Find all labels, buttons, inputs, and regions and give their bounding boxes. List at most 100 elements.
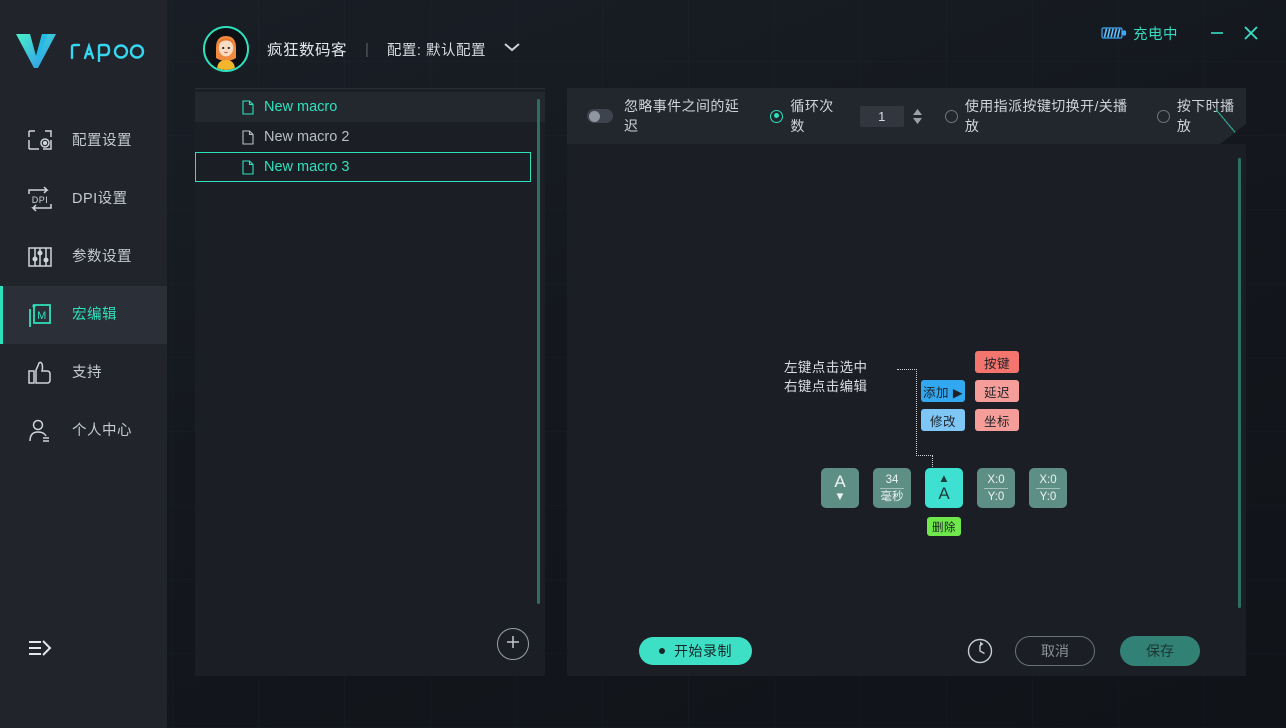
save-button[interactable]: 保存 <box>1120 635 1200 666</box>
sidebar-item-label: 个人中心 <box>72 422 132 439</box>
hold-play-label: 按下时播放 <box>1176 98 1235 134</box>
document-icon <box>242 129 254 145</box>
event-block-coordinate[interactable]: X:0 Y:0 <box>1029 468 1067 508</box>
connector-line-vertical <box>916 369 917 456</box>
sidebar-item-dpi-settings[interactable]: DPI DPI设置 <box>0 170 167 228</box>
toggle-play-radio[interactable] <box>944 109 958 123</box>
event-key-direction-arrow: ▼ <box>834 491 846 503</box>
event-coord-y: Y:0 <box>1039 490 1057 503</box>
user-name-label: 疯狂数码客 <box>267 42 348 59</box>
svg-text:M: M <box>37 310 47 322</box>
profile-settings-icon <box>20 123 60 159</box>
editor-footer: 开始录制 取消 保存 <box>567 625 1246 676</box>
context-add-button[interactable]: 添加 ▶ <box>921 380 965 402</box>
profile-selector[interactable]: 疯狂数码客 | 配置: 默认配置 <box>203 26 522 72</box>
cancel-button[interactable]: 取消 <box>1015 635 1095 666</box>
context-key-button[interactable]: 按键 <box>975 351 1019 373</box>
rapoo-v-logo-icon <box>15 34 56 68</box>
macro-list-item-label: New macro <box>264 99 338 115</box>
delete-event-button[interactable]: 删除 <box>927 517 961 536</box>
spinner-up-down-icon[interactable] <box>912 108 923 125</box>
parameter-settings-icon <box>20 239 60 275</box>
app-window: 配置设置 DPI DPI设置 参数设置 M 宏编辑 支持 个人中心 充电中 疯狂… <box>0 0 1286 728</box>
header-separator: | <box>365 40 369 58</box>
collapse-panel-icon <box>27 637 53 664</box>
dpi-settings-icon: DPI <box>20 181 60 217</box>
start-recording-label: 开始录制 <box>674 642 732 659</box>
event-block-divider <box>984 487 1008 489</box>
macro-list-item[interactable]: New macro 2 <box>195 122 545 152</box>
macro-list-item[interactable]: New macro 3 <box>195 152 531 182</box>
user-center-icon <box>20 413 60 449</box>
sidebar-item-label: DPI设置 <box>72 190 128 207</box>
ignore-delay-toggle[interactable] <box>587 109 613 123</box>
event-block-key-up[interactable]: A ▼ <box>821 468 859 508</box>
sidebar-item-label: 支持 <box>72 364 102 381</box>
collapse-panel-button[interactable] <box>18 632 62 668</box>
context-coord-button[interactable]: 坐标 <box>975 409 1019 431</box>
hold-play-radio[interactable] <box>1156 109 1170 123</box>
macro-list-item-label: New macro 3 <box>264 159 350 175</box>
sidebar-item-macro-edit[interactable]: M 宏编辑 <box>0 286 167 344</box>
sidebar-item-label: 配置设置 <box>72 132 132 149</box>
event-block-divider <box>880 487 904 489</box>
sidebar-item-profile-settings[interactable]: 配置设置 <box>0 112 167 170</box>
add-macro-button[interactable] <box>497 628 529 660</box>
macro-edit-icon: M <box>20 297 60 333</box>
macro-list: New macro New macro 2 New macro 3 <box>195 89 545 182</box>
macro-list-panel: New macro New macro 2 New macro 3 <box>195 88 545 676</box>
ignore-delay-label: 忽略事件之间的延迟 <box>624 98 740 134</box>
macro-list-item-label: New macro 2 <box>264 129 350 145</box>
event-key-glyph: A <box>834 472 846 491</box>
macro-list-scrollbar[interactable] <box>537 99 540 604</box>
connector-line-bottom <box>916 455 933 456</box>
plus-circle-icon <box>504 633 522 656</box>
event-coord-y: Y:0 <box>987 490 1005 503</box>
thumbs-up-icon <box>20 355 60 391</box>
macro-event-canvas[interactable]: 左键点击选中 右键点击编辑 添加 ▶ 修改 按键 延迟 坐标 A ▼ 34 毫秒… <box>567 144 1246 676</box>
reset-button[interactable] <box>966 637 994 665</box>
event-block-key-down[interactable]: ▲ A <box>925 468 963 508</box>
record-dot-icon <box>659 647 665 654</box>
sidebar-item-support[interactable]: 支持 <box>0 344 167 402</box>
minimize-button[interactable] <box>1200 16 1234 50</box>
refresh-icon <box>966 638 994 669</box>
window-controls: 充电中 <box>1101 16 1268 50</box>
close-button[interactable] <box>1234 16 1268 50</box>
event-block-coordinate[interactable]: X:0 Y:0 <box>977 468 1015 508</box>
sidebar-item-label: 参数设置 <box>72 248 132 265</box>
start-recording-button[interactable]: 开始录制 <box>639 636 752 665</box>
macro-list-item-selected-wrapper: New macro 3 <box>195 152 545 182</box>
event-delay-value: 34 <box>885 473 899 486</box>
sidebar: 配置设置 DPI DPI设置 参数设置 M 宏编辑 支持 个人中心 <box>0 0 167 728</box>
sidebar-item-user-center[interactable]: 个人中心 <box>0 402 167 460</box>
active-profile-label: 配置: 默认配置 <box>386 42 486 59</box>
event-coord-x: X:0 <box>1039 473 1057 486</box>
user-avatar[interactable] <box>203 26 249 72</box>
document-icon <box>242 99 254 115</box>
svg-text:DPI: DPI <box>32 195 49 205</box>
avatar-illustration <box>205 28 247 70</box>
event-key-glyph: A <box>938 484 950 503</box>
context-modify-button[interactable]: 修改 <box>921 409 965 431</box>
loop-count-radio[interactable] <box>770 109 784 123</box>
sidebar-item-label: 宏编辑 <box>72 306 117 323</box>
context-delay-button[interactable]: 延迟 <box>975 380 1019 402</box>
brand-logo <box>0 20 167 80</box>
sidebar-item-parameter-settings[interactable]: 参数设置 <box>0 228 167 286</box>
connector-line-stub <box>932 455 933 467</box>
loop-count-input[interactable]: 1 <box>859 105 904 127</box>
canvas-hint-text: 左键点击选中 右键点击编辑 <box>784 360 868 394</box>
canvas-scrollbar[interactable] <box>1238 158 1241 608</box>
event-block-divider <box>1036 487 1060 489</box>
event-coord-x: X:0 <box>987 473 1005 486</box>
connector-line-top <box>897 369 917 370</box>
chevron-down-icon[interactable] <box>502 40 522 58</box>
battery-charging-icon <box>1101 26 1127 40</box>
event-block-delay[interactable]: 34 毫秒 <box>873 468 911 508</box>
macro-list-item[interactable]: New macro <box>195 92 545 122</box>
playback-options-bar: 忽略事件之间的延迟 循环次数 1 使用指派按键切换开/关播放 按下时播放 <box>567 88 1246 144</box>
rapoo-wordmark <box>70 42 144 62</box>
toggle-play-label: 使用指派按键切换开/关播放 <box>964 98 1128 134</box>
sidebar-nav: 配置设置 DPI DPI设置 参数设置 M 宏编辑 支持 个人中心 <box>0 112 167 460</box>
